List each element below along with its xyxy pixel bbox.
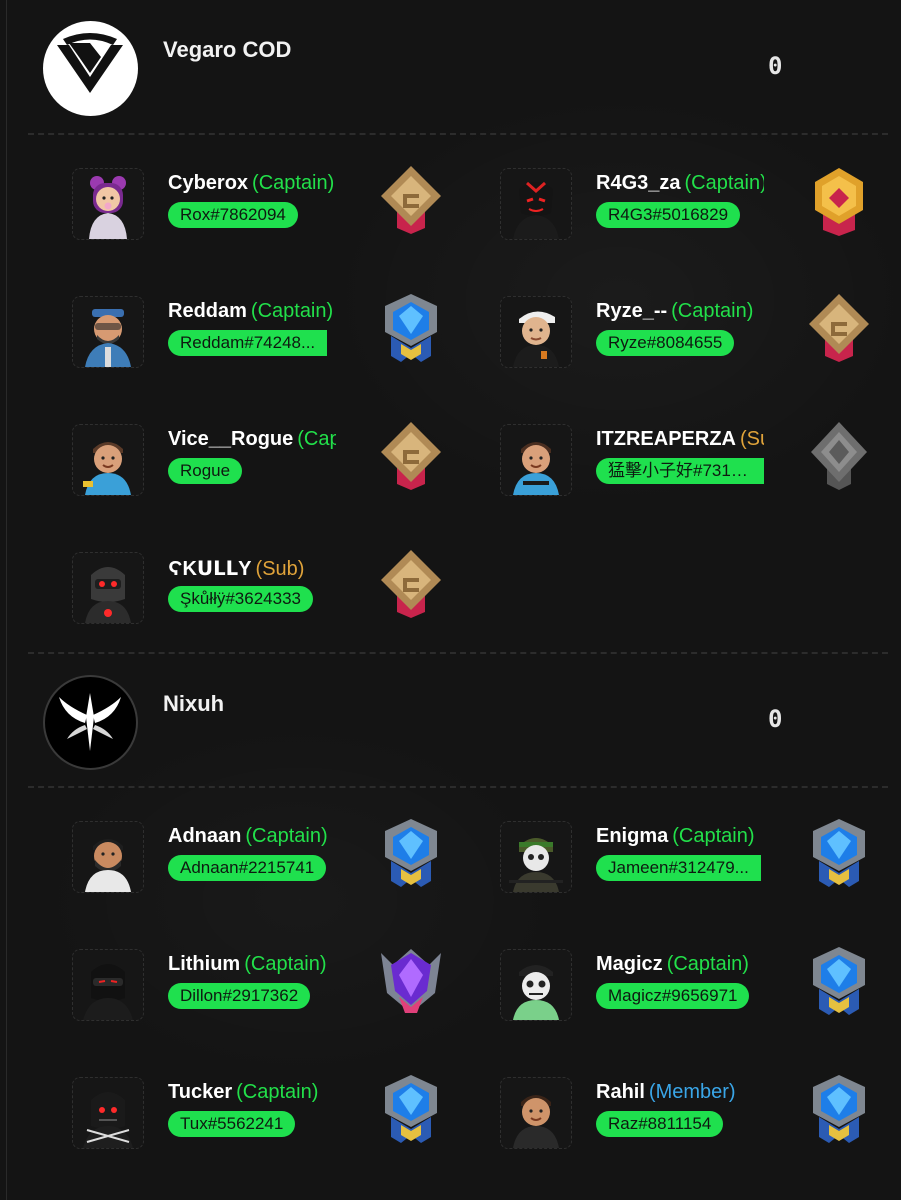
player-tag: Jameen#312479... [596, 855, 761, 881]
player-tag: Adnaan#2215741 [168, 855, 327, 881]
player-role: (Captain) [672, 825, 755, 847]
player-name[interactable]: Magicz [596, 953, 663, 975]
nixuh-logo-icon [43, 675, 138, 770]
player-name[interactable]: Enigma [596, 825, 668, 847]
player-card[interactable]: ITZREAPERZA(Sub) 猛擊小子好#7316... [500, 422, 900, 534]
team-score: 0 [768, 52, 783, 80]
divider [28, 786, 888, 788]
player-tag: Reddam#74248... [168, 330, 328, 356]
gold-diamond-rank-icon [381, 422, 441, 490]
avatar [500, 1077, 572, 1149]
player-card[interactable]: R4G3_za (Captain) R4G3#5016829 [500, 168, 900, 278]
gold-diamond-rank-icon [809, 294, 869, 362]
player-role: (Member) [648, 1081, 736, 1103]
player-card[interactable]: Ryze_-- (Captain) Ryze#8084655 [500, 294, 900, 406]
player-role: (Captain) [250, 300, 334, 322]
player-card[interactable]: Cyberox (Captain) Rox#7862094 [72, 166, 472, 278]
player-name[interactable]: R4G3_za [596, 172, 681, 194]
avatar [72, 168, 144, 240]
player-card[interactable]: Enigma (Captain) Jameen#312479... [500, 819, 900, 931]
player-tag: R4G3#5016829 [596, 202, 741, 228]
silver-diamond-rank-icon [811, 422, 867, 490]
player-card[interactable]: Lithium (Captain) Dillon#2917362 [72, 949, 472, 1059]
player-name[interactable]: Ryze_-- [596, 300, 667, 322]
team-name[interactable]: Vegaro COD [163, 37, 291, 63]
player-name[interactable]: Cyberox [168, 172, 248, 194]
vegaro-logo-icon [43, 21, 138, 116]
player-tag: Raz#8811154 [596, 1111, 724, 1137]
player-role: (Captain) [684, 172, 765, 194]
avatar [72, 552, 144, 624]
player-tag: Ryze#8084655 [596, 330, 735, 356]
blue-gem-rank-icon [813, 947, 865, 1015]
avatar [72, 1077, 144, 1149]
player-role: (Captain) [666, 953, 749, 975]
player-name[interactable]: Rahil [596, 1081, 645, 1103]
player-role: (Captain) [297, 428, 336, 450]
team-name[interactable]: Nixuh [163, 691, 224, 717]
avatar [72, 949, 144, 1021]
avatar [72, 296, 144, 368]
player-role: (Captain) [244, 953, 327, 975]
avatar [500, 168, 572, 240]
player-tag: Magicz#9656971 [596, 983, 750, 1009]
team-header: Nixuh 0 [0, 655, 901, 785]
blue-gem-rank-icon [385, 1075, 437, 1143]
blue-gem-rank-icon [813, 1075, 865, 1143]
left-border [6, 0, 7, 1200]
player-role: (Sub) [740, 428, 764, 450]
player-name[interactable]: Tucker [168, 1081, 232, 1103]
blue-gem-rank-icon [385, 819, 437, 887]
player-tag: Tux#5562241 [168, 1111, 296, 1137]
team-header: Vegaro COD 0 [0, 0, 901, 130]
player-tag: Rox#7862094 [168, 202, 298, 228]
gold-diamond-rank-icon [381, 166, 441, 234]
player-name[interactable]: Adnaan [168, 825, 241, 847]
player-role: (Captain) [252, 172, 335, 194]
player-name[interactable]: Vice__Rogue [168, 428, 293, 450]
avatar [500, 296, 572, 368]
team-card-nixuh: Nixuh 0 [0, 655, 901, 785]
gold-diamond-rank-icon [381, 550, 441, 618]
gold-hexagon-rank-icon [815, 168, 863, 236]
team-score: 0 [768, 705, 783, 733]
divider [28, 652, 888, 654]
player-role: (Captain) [671, 300, 754, 322]
player-tag: Dillon#2917362 [168, 983, 311, 1009]
player-name[interactable]: Reddam [168, 300, 247, 322]
player-name[interactable]: ITZREAPERZA [596, 428, 736, 450]
player-card[interactable]: Adnaan (Captain) Adnaan#2215741 [72, 819, 472, 931]
avatar [500, 424, 572, 496]
player-tag: 猛擊小子好#7316... [596, 458, 764, 484]
player-card[interactable]: Reddam (Captain) Reddam#74248... [72, 294, 472, 406]
player-tag: Şkůłłÿ#3624333 [168, 586, 313, 612]
player-role: (Sub) [255, 558, 305, 580]
team-card-vegaro: Vegaro COD 0 [0, 0, 901, 130]
player-role: (Captain) [236, 1081, 319, 1103]
avatar [500, 821, 572, 893]
player-card[interactable]: Magicz (Captain) Magicz#9656971 [500, 947, 900, 1059]
player-name[interactable]: ϚKᑌᒪᒪY [168, 558, 252, 580]
player-card[interactable]: Tucker (Captain) Tux#5562241 [72, 1075, 472, 1187]
player-card[interactable]: Rahil (Member) Raz#8811154 [500, 1075, 900, 1187]
avatar [72, 424, 144, 496]
divider [28, 133, 888, 135]
player-card[interactable]: ϚKᑌᒪᒪY (Sub) Şkůłłÿ#3624333 [72, 550, 472, 662]
blue-gem-rank-icon [813, 819, 865, 887]
purple-crown-rank-icon [381, 949, 441, 1013]
player-role: (Captain) [245, 825, 328, 847]
player-card[interactable]: Vice__Rogue(Captain) Rogue [72, 422, 472, 534]
avatar [72, 821, 144, 893]
player-tag: Rogue [168, 458, 243, 484]
blue-gem-rank-icon [385, 294, 437, 362]
avatar [500, 949, 572, 1021]
player-name[interactable]: Lithium [168, 953, 240, 975]
